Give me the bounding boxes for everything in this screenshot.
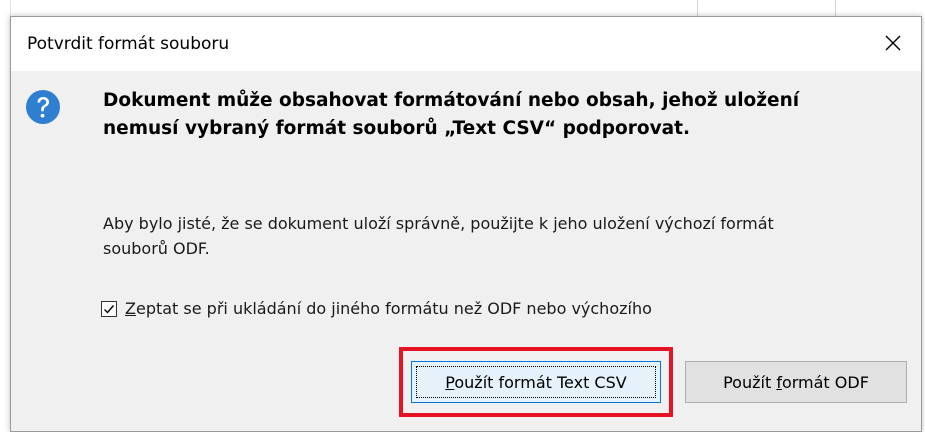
close-icon [885, 35, 901, 51]
button-label-text: Použít [723, 372, 777, 392]
checkbox-label-mnemonic: Z [125, 299, 136, 318]
heading-line: Dokument může obsahovat formátování nebo… [103, 90, 800, 111]
dialog-titlebar: Potvrdit formát souboru [11, 17, 921, 71]
dialog-heading: Dokument může obsahovat formátování nebo… [103, 87, 903, 143]
checkmark-icon [104, 304, 115, 314]
button-label-text: ormát ODF [781, 372, 869, 392]
checkbox-label-text: eptat se při ukládání do jiného formátu … [135, 299, 652, 318]
button-label: Použít formát ODF [723, 373, 869, 392]
use-text-csv-button[interactable]: Použít formát Text CSV [411, 361, 661, 403]
heading-line: nemusí vybraný formát souborů „Text CSV“… [103, 118, 690, 139]
ask-format-checkbox[interactable] [101, 300, 117, 317]
ask-format-checkbox-row[interactable]: Zeptat se při ukládání do jiného formátu… [101, 299, 652, 318]
close-button[interactable] [875, 25, 911, 61]
confirm-file-format-dialog: Potvrdit formát souboru Dokument může ob… [10, 16, 922, 432]
question-icon [26, 90, 60, 124]
use-odf-format-button[interactable]: Použít formát ODF [685, 361, 907, 403]
message-line: souborů ODF. [103, 239, 210, 258]
checkbox-label: Zeptat se při ukládání do jiného formátu… [125, 299, 652, 318]
dialog-title: Potvrdit formát souboru [27, 34, 230, 54]
dialog-message: Aby bylo jisté, že se dokument uloží spr… [103, 211, 913, 261]
message-line: Aby bylo jisté, že se dokument uloží spr… [103, 214, 774, 233]
focus-ring [416, 366, 656, 398]
